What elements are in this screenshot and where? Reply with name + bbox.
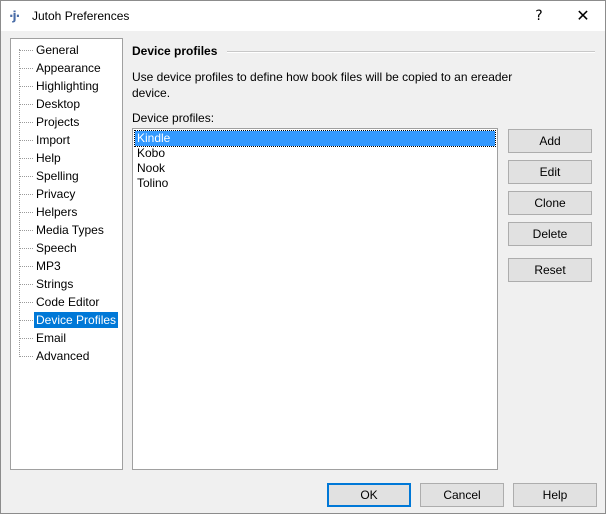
tree-branch-line [19,284,33,285]
tree-item-projects[interactable]: Projects [11,113,122,131]
tree-item-label: Device Profiles [34,312,119,328]
tree-item-label: MP3 [36,259,61,273]
tree-item-device-profiles[interactable]: Device Profiles [11,311,122,329]
edit-button[interactable]: Edit [508,160,592,184]
tree-item-label: Email [36,331,67,345]
title-bar: ·j· Jutoh Preferences ? ✕ [1,1,605,31]
help-button[interactable]: Help [513,483,597,507]
tree-item-label: General [36,43,79,57]
tree-item-media-types[interactable]: Media Types [11,221,122,239]
cancel-button[interactable]: Cancel [420,483,504,507]
section-divider [227,51,595,53]
tree-branch-line [19,212,33,213]
tree-branch-line [19,86,33,87]
tree-item-label: Strings [36,277,74,291]
add-button[interactable]: Add [508,129,592,153]
tree-item-import[interactable]: Import [11,131,122,149]
tree-item-general[interactable]: General [11,41,122,59]
tree-branch-line [19,104,33,105]
reset-button[interactable]: Reset [508,258,592,282]
tree-item-spelling[interactable]: Spelling [11,167,122,185]
tree-item-label: Speech [36,241,77,255]
tree-branch-line [19,230,33,231]
tree-item-help[interactable]: Help [11,149,122,167]
close-icon[interactable]: ✕ [561,1,605,31]
list-item-tolino[interactable]: Tolino [135,176,495,191]
tree-item-code-editor[interactable]: Code Editor [11,293,122,311]
tree-branch-line [19,194,33,195]
tree-item-label: Appearance [36,61,101,75]
tree-branch-line [19,338,33,339]
device-profiles-label: Device profiles: [132,111,215,125]
tree-item-helpers[interactable]: Helpers [11,203,122,221]
preferences-category-tree[interactable]: General Appearance Highlighting Desktop Proj… [10,38,123,470]
tree-item-speech[interactable]: Speech [11,239,122,257]
tree-item-label: Code Editor [36,295,100,309]
tree-item-strings[interactable]: Strings [11,275,122,293]
tree-branch-line [19,140,33,141]
tree-item-label: Advanced [36,349,90,363]
tree-branch-line [19,302,33,303]
preferences-window: ·j· Jutoh Preferences ? ✕ General Appeara… [0,0,606,514]
tree-item-desktop[interactable]: Desktop [11,95,122,113]
list-item-kobo[interactable]: Kobo [135,146,495,161]
tree-item-email[interactable]: Email [11,329,122,347]
tree-branch-line [19,68,33,69]
tree-branch-line [19,50,33,51]
tree-item-appearance[interactable]: Appearance [11,59,122,77]
tree-branch-line [19,356,33,357]
tree-item-label: Privacy [36,187,76,201]
tree-branch-line [19,158,33,159]
ok-button[interactable]: OK [327,483,411,507]
tree-branch-line [19,248,33,249]
section-description: Use device profiles to define how book f… [132,70,513,100]
delete-button[interactable]: Delete [508,222,592,246]
tree-item-label: Media Types [36,223,104,237]
tree-branch-line [19,122,33,123]
clone-button[interactable]: Clone [508,191,592,215]
tree-item-label: Help [36,151,61,165]
tree-item-privacy[interactable]: Privacy [11,185,122,203]
tree-item-label: Desktop [36,97,81,111]
tree-item-label: Projects [36,115,80,129]
tree-branch-line [19,320,33,321]
tree-item-label: Import [36,133,71,147]
section-title: Device profiles [132,44,218,58]
list-item-nook[interactable]: Nook [135,161,495,176]
tree-item-advanced[interactable]: Advanced [11,347,122,365]
context-help-button[interactable]: ? [517,1,561,31]
list-item-kindle[interactable]: Kindle [134,130,496,147]
tree-item-label: Spelling [36,169,79,183]
tree-item-highlighting[interactable]: Highlighting [11,77,122,95]
tree-item-mp3[interactable]: MP3 [11,257,122,275]
tree-branch-line [19,266,33,267]
tree-item-label: Highlighting [36,79,99,93]
jutoh-app-icon: ·j· [9,9,20,23]
window-title: Jutoh Preferences [32,9,130,23]
device-profiles-list[interactable]: Kindle Kobo Nook Tolino [132,128,498,470]
tree-branch-line [19,176,33,177]
tree-item-label: Helpers [36,205,78,219]
